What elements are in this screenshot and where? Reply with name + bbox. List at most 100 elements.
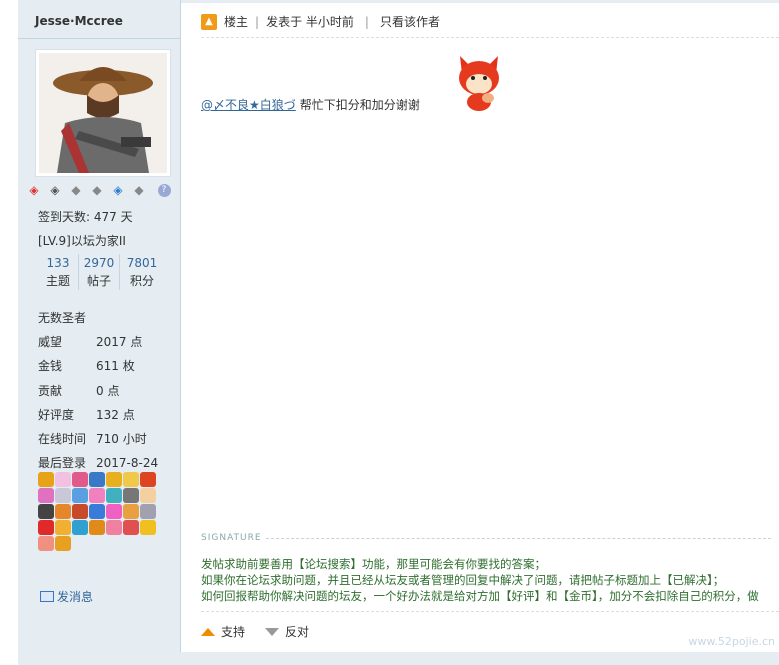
count-points[interactable]: 7801 积分 bbox=[120, 254, 164, 290]
medal-icon bbox=[89, 520, 105, 535]
thumb-up-arrow-icon bbox=[201, 627, 215, 636]
medal-icon bbox=[106, 472, 122, 487]
medal-icon bbox=[38, 488, 54, 503]
medal-icon bbox=[123, 520, 139, 535]
medal-icon bbox=[89, 488, 105, 503]
profile-value: 0 点 bbox=[96, 383, 120, 398]
medal-icon bbox=[140, 488, 156, 503]
signature-label: SIGNATURE bbox=[201, 533, 262, 543]
gem-icon: ◈ bbox=[29, 183, 39, 197]
mention-link[interactable]: @〆不良★白狼づ bbox=[201, 96, 296, 113]
footer-strip bbox=[18, 652, 779, 665]
medal-icon bbox=[55, 536, 71, 551]
page-margin bbox=[0, 0, 18, 665]
count-threads[interactable]: 133 主题 bbox=[38, 254, 79, 290]
help-icon[interactable]: ? bbox=[156, 183, 172, 197]
medal-icon bbox=[123, 472, 139, 487]
count-posts[interactable]: 2970 帖子 bbox=[79, 254, 120, 290]
gem-icon: ◈ bbox=[50, 183, 60, 197]
diamond-icon: ◆ bbox=[71, 183, 81, 197]
envelope-icon bbox=[40, 591, 54, 602]
post-header: ▲ 楼主 | 发表于 半小时前 | 只看该作者 bbox=[201, 13, 440, 30]
site-watermark: www.52pojie.cn bbox=[688, 635, 775, 648]
medal-icon bbox=[89, 472, 105, 487]
title-text: 无数圣者 bbox=[38, 310, 87, 325]
medal-icon bbox=[55, 504, 71, 519]
header-divider: | bbox=[255, 14, 260, 29]
profile-key: 好评度 bbox=[38, 407, 75, 422]
support-button[interactable]: 支持 bbox=[201, 623, 245, 640]
profile-value: 132 点 bbox=[96, 407, 135, 422]
medal-icon bbox=[72, 488, 88, 503]
header-divider: | bbox=[364, 14, 369, 29]
medal-icon bbox=[72, 520, 88, 535]
medal-icon bbox=[55, 472, 71, 487]
avatar-image bbox=[39, 53, 167, 173]
profile-value: 710 小时 bbox=[96, 432, 147, 447]
signature-divider: SIGNATURE bbox=[201, 533, 771, 543]
medal-icon bbox=[38, 472, 54, 487]
checkin-days: 签到天数: 477 天 bbox=[38, 210, 133, 224]
profile-row: 贡献 0 点 bbox=[38, 378, 158, 402]
gem-icon: ◈ bbox=[113, 183, 123, 197]
post-text: 帮忙下扣分和加分谢谢 bbox=[299, 98, 420, 112]
medal-icon bbox=[140, 472, 156, 487]
only-author-link[interactable]: 只看该作者 bbox=[380, 13, 440, 30]
author-sidebar: Jesse·Mccree ◈ ◈ ◆ ◆ ◈ ◆ ? 签到天数: 477 天 [… bbox=[18, 0, 181, 652]
signature-line-text: 如果你在论坛求助问题，并且已经从坛友或者管理的回复中解决了问题，请把帖子标题加上… bbox=[201, 573, 725, 587]
footer-separator bbox=[201, 611, 779, 612]
owner-label: 楼主 bbox=[224, 15, 249, 29]
medal-badges bbox=[38, 472, 164, 551]
medal-icon bbox=[55, 520, 71, 535]
medal-icon bbox=[72, 472, 88, 487]
profile-key: 最后登录 bbox=[38, 456, 87, 471]
profile-value: 2017-8-24 bbox=[96, 455, 159, 470]
medal-icon bbox=[106, 520, 122, 535]
medal-icon bbox=[106, 504, 122, 519]
send-message-label: 发消息 bbox=[57, 590, 94, 604]
medal-icon bbox=[140, 520, 156, 535]
count-label: 主题 bbox=[45, 274, 70, 288]
profile-value: 2017 点 bbox=[96, 334, 143, 349]
user-title: 无数圣者 bbox=[38, 305, 158, 329]
profile-key: 在线时间 bbox=[38, 432, 87, 447]
profile-value: 611 枚 bbox=[96, 359, 135, 374]
medal-icon bbox=[38, 504, 54, 519]
count-label: 帖子 bbox=[86, 274, 111, 288]
medal-icon bbox=[55, 488, 71, 503]
signature-line bbox=[265, 537, 771, 539]
user-level[interactable]: [LV.9]以坛为家II bbox=[38, 232, 126, 249]
medal-icon bbox=[38, 536, 54, 551]
post-main: ▲ 楼主 | 发表于 半小时前 | 只看该作者 @〆不良★白狼づ 帮忙下扣分和加… bbox=[181, 0, 779, 652]
profile-row: 在线时间 710 小时 bbox=[38, 426, 158, 450]
profile-row: 好评度 132 点 bbox=[38, 402, 158, 426]
profile-row: 金钱 611 枚 bbox=[38, 354, 158, 378]
thumb-down-arrow-icon bbox=[265, 627, 280, 636]
signature-line-text: 发帖求助前要善用【论坛搜索】功能，那里可能会有你要找的答案； bbox=[201, 557, 546, 571]
thread-owner-icon: ▲ bbox=[201, 13, 217, 30]
honor-medals: ◈ ◈ ◆ ◆ ◈ ◆ ? bbox=[26, 183, 172, 197]
username[interactable]: Jesse·Mccree bbox=[35, 14, 123, 28]
sidebar-divider bbox=[18, 38, 180, 39]
post-content: @〆不良★白狼づ 帮忙下扣分和加分谢谢 bbox=[201, 96, 420, 113]
signature-text: 发帖求助前要善用【论坛搜索】功能，那里可能会有你要找的答案； 如果你在论坛求助问… bbox=[201, 556, 759, 604]
medal-icon bbox=[38, 520, 54, 535]
medal-icon bbox=[123, 504, 139, 519]
post-actions: 支持 反对 bbox=[201, 623, 323, 640]
profile-key: 贡献 bbox=[38, 383, 63, 398]
diamond-icon: ◆ bbox=[134, 183, 144, 197]
medal-icon bbox=[89, 504, 105, 519]
profile-row: 威望 2017 点 bbox=[38, 329, 158, 353]
medal-icon bbox=[106, 488, 122, 503]
profile-key: 威望 bbox=[38, 334, 63, 349]
oppose-button[interactable]: 反对 bbox=[265, 623, 309, 640]
user-counts: 133 主题 2970 帖子 7801 积分 bbox=[38, 254, 164, 290]
medal-icon bbox=[123, 488, 139, 503]
support-label: 支持 bbox=[221, 625, 246, 639]
profile-list: 无数圣者 威望 2017 点 金钱 611 枚 贡献 0 点 好评度 132 点 在线时… bbox=[38, 305, 158, 475]
count-value: 133 bbox=[46, 256, 70, 270]
profile-key: 金钱 bbox=[38, 359, 63, 374]
fox-emoticon bbox=[459, 56, 499, 111]
send-message-link[interactable]: 发消息 bbox=[40, 588, 93, 605]
avatar[interactable] bbox=[35, 49, 171, 177]
